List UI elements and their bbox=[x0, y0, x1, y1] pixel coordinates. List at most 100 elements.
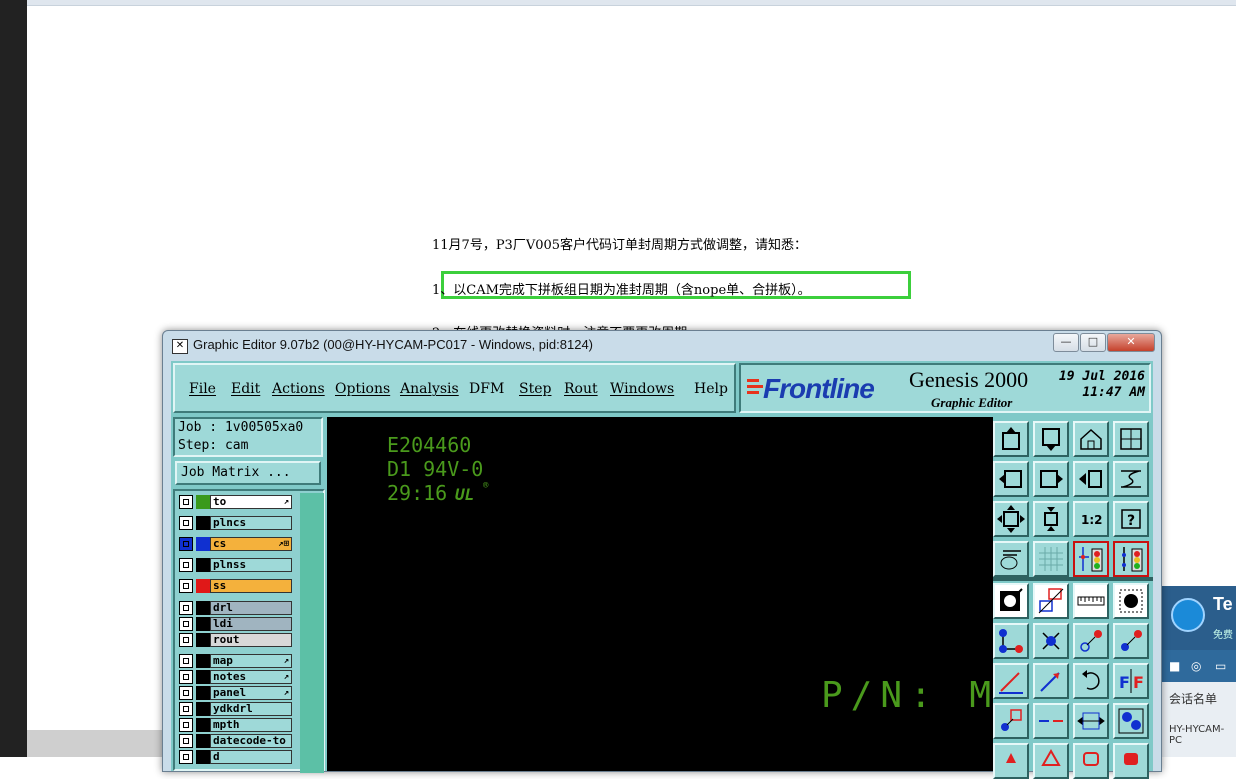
layer-name[interactable]: ldi bbox=[210, 617, 292, 631]
rotate-icon[interactable] bbox=[1073, 663, 1109, 699]
scale-1to2-icon[interactable]: 1:2 bbox=[1073, 501, 1109, 537]
menu-rout[interactable]: Rout bbox=[564, 381, 598, 397]
add-feature-icon[interactable] bbox=[993, 583, 1029, 619]
draw-arc-icon[interactable] bbox=[1033, 663, 1069, 699]
layer-name[interactable]: panel ↗ bbox=[210, 686, 292, 700]
layer-checkbox[interactable] bbox=[179, 654, 193, 668]
session-list-label[interactable]: 会话名单 bbox=[1169, 690, 1217, 707]
teamviewer-panel[interactable]: Te 免费 ■ ◎ ▭ 会话名单 HY-HYCAM-PC bbox=[1160, 586, 1236, 757]
menu-windows[interactable]: Windows bbox=[610, 381, 674, 397]
layer-name[interactable]: notes ↗ bbox=[210, 670, 292, 684]
layer-color-swatch[interactable] bbox=[196, 495, 210, 509]
layer-color-swatch[interactable] bbox=[196, 670, 210, 684]
layer-color-swatch[interactable] bbox=[196, 579, 210, 593]
zoom-up-icon[interactable] bbox=[993, 421, 1029, 457]
layer-checkbox[interactable] bbox=[179, 579, 193, 593]
layer-color-swatch[interactable] bbox=[196, 686, 210, 700]
help-icon[interactable]: ? bbox=[1113, 501, 1149, 537]
zoom-in-icon[interactable] bbox=[993, 501, 1029, 537]
layer-name[interactable]: cs ↗⊞ bbox=[210, 537, 292, 551]
layer-checkbox[interactable] bbox=[179, 617, 193, 631]
layer-name[interactable]: rout bbox=[210, 633, 292, 647]
layer-checkbox[interactable] bbox=[179, 537, 193, 551]
menu-edit[interactable]: Edit bbox=[231, 381, 260, 397]
session-host[interactable]: HY-HYCAM-PC bbox=[1169, 724, 1236, 746]
layer-color-swatch[interactable] bbox=[196, 750, 210, 764]
snap-point-icon[interactable] bbox=[993, 703, 1029, 739]
menu-help[interactable]: Help bbox=[694, 381, 728, 397]
layer-name[interactable]: mpth bbox=[210, 718, 292, 732]
fit-window-icon[interactable] bbox=[1113, 421, 1149, 457]
layer-name[interactable]: to ↗ bbox=[210, 495, 292, 509]
layer-name[interactable]: ydkdrl bbox=[210, 702, 292, 716]
draw-line-icon[interactable] bbox=[993, 663, 1029, 699]
layer-color-swatch[interactable] bbox=[196, 537, 210, 551]
grid-icon[interactable] bbox=[1033, 541, 1069, 577]
move-feature-icon[interactable] bbox=[1073, 623, 1109, 659]
layer-checkbox[interactable] bbox=[179, 734, 193, 748]
graphics-canvas[interactable]: E204460 D1 94V-0 29:16 UL ® P/N: MT bbox=[327, 417, 1021, 771]
zoom-down-icon[interactable] bbox=[1033, 421, 1069, 457]
layer-color-swatch[interactable] bbox=[196, 633, 210, 647]
more-tool-2-icon[interactable] bbox=[1033, 743, 1069, 779]
layer-scrollbar[interactable] bbox=[300, 493, 324, 773]
layer-checkbox[interactable] bbox=[179, 702, 193, 716]
pan-left-icon[interactable] bbox=[993, 461, 1029, 497]
redraw-icon[interactable] bbox=[1113, 461, 1149, 497]
layer-checkbox[interactable] bbox=[179, 670, 193, 684]
window-titlebar[interactable]: ✕ Graphic Editor 9.07b2 (00@HY-HYCAM-PC0… bbox=[163, 331, 1161, 359]
layer-color-swatch[interactable] bbox=[196, 654, 210, 668]
menu-file[interactable]: File bbox=[189, 381, 216, 397]
layer-checkbox[interactable] bbox=[179, 633, 193, 647]
pan-right-icon[interactable] bbox=[1033, 461, 1069, 497]
chat-icon[interactable]: ▭ bbox=[1215, 659, 1226, 673]
palette-settings-icon[interactable] bbox=[993, 541, 1029, 577]
layer-name[interactable]: d bbox=[210, 750, 292, 764]
menu-options[interactable]: Options bbox=[335, 381, 390, 397]
layer-color-swatch[interactable] bbox=[196, 718, 210, 732]
more-tool-1-icon[interactable] bbox=[993, 743, 1029, 779]
select-area-icon[interactable] bbox=[1033, 583, 1069, 619]
minimize-button[interactable]: — bbox=[1053, 333, 1079, 352]
pad-select-icon[interactable] bbox=[1113, 583, 1149, 619]
mirror-icon[interactable]: FF bbox=[1113, 663, 1149, 699]
more-tool-4-icon[interactable] bbox=[1113, 743, 1149, 779]
resize-icon[interactable] bbox=[1073, 703, 1109, 739]
delete-node-icon[interactable] bbox=[1033, 623, 1069, 659]
close-button[interactable]: ✕ bbox=[1107, 333, 1155, 352]
layer-color-swatch[interactable] bbox=[196, 734, 210, 748]
home-icon[interactable] bbox=[1073, 421, 1109, 457]
measure-ruler-icon[interactable] bbox=[1073, 583, 1109, 619]
layer-color-swatch[interactable] bbox=[196, 516, 210, 530]
layer-color-swatch[interactable] bbox=[196, 702, 210, 716]
zoom-back-icon[interactable] bbox=[1073, 461, 1109, 497]
more-tool-3-icon[interactable] bbox=[1073, 743, 1109, 779]
menu-analysis[interactable]: Analysis bbox=[400, 381, 459, 397]
traffic-light-alt-icon[interactable] bbox=[1113, 541, 1149, 577]
cut-line-icon[interactable] bbox=[1033, 703, 1069, 739]
menu-actions[interactable]: Actions bbox=[272, 381, 325, 397]
menu-step[interactable]: Step bbox=[519, 381, 551, 397]
layer-checkbox[interactable] bbox=[179, 750, 193, 764]
layer-color-swatch[interactable] bbox=[196, 617, 210, 631]
zoom-out-icon[interactable] bbox=[1033, 501, 1069, 537]
layer-checkbox[interactable] bbox=[179, 686, 193, 700]
layer-color-swatch[interactable] bbox=[196, 558, 210, 572]
layer-color-swatch[interactable] bbox=[196, 601, 210, 615]
headset-icon[interactable]: ◎ bbox=[1191, 659, 1201, 673]
layer-name[interactable]: datecode-to bbox=[210, 734, 292, 748]
maximize-button[interactable]: □ bbox=[1080, 333, 1106, 352]
traffic-light-icon[interactable] bbox=[1073, 541, 1109, 577]
menu-dfm[interactable]: DFM bbox=[469, 381, 504, 397]
copy-feature-icon[interactable] bbox=[1113, 623, 1149, 659]
layer-checkbox[interactable] bbox=[179, 516, 193, 530]
camera-icon[interactable]: ■ bbox=[1169, 659, 1180, 673]
layer-checkbox[interactable] bbox=[179, 558, 193, 572]
layer-name[interactable]: plnss bbox=[210, 558, 292, 572]
net-connect-icon[interactable] bbox=[993, 623, 1029, 659]
layer-name[interactable]: drl bbox=[210, 601, 292, 615]
layer-name[interactable]: plncs bbox=[210, 516, 292, 530]
layer-name[interactable]: ss bbox=[210, 579, 292, 593]
layer-checkbox[interactable] bbox=[179, 718, 193, 732]
layer-name[interactable]: map ↗ bbox=[210, 654, 292, 668]
